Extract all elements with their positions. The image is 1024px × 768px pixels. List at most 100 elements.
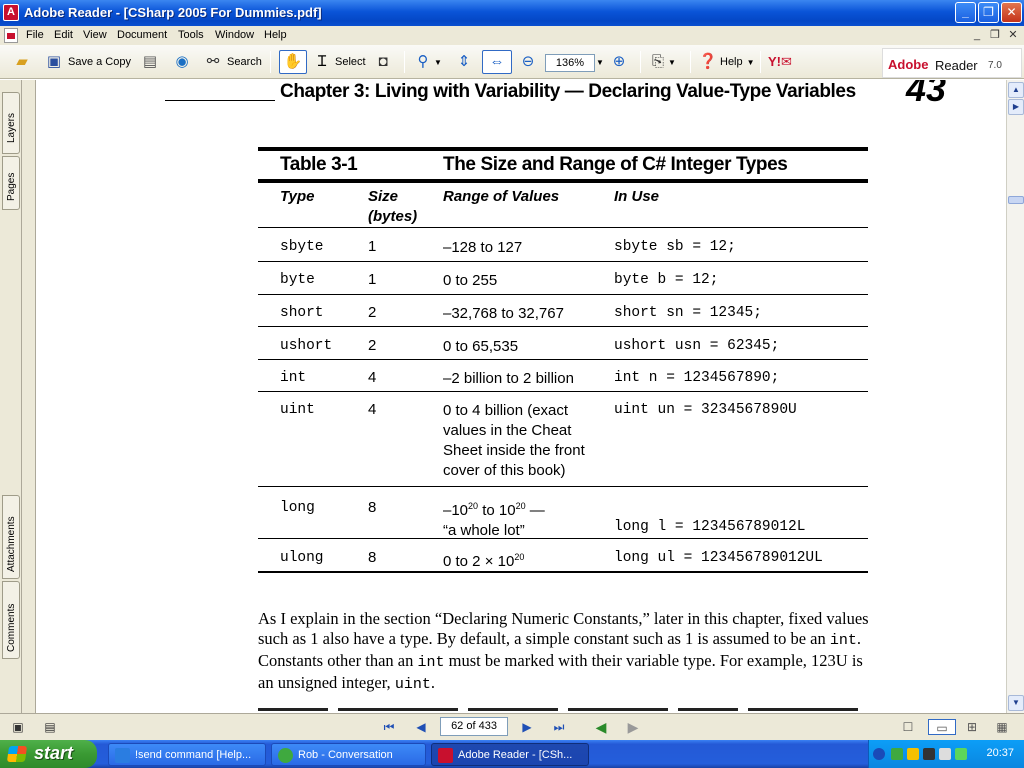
dropdown-arrow-icon: ▼ xyxy=(746,57,755,67)
save-copy-button[interactable]: ▣ Save a Copy xyxy=(44,50,131,74)
signal-strength-icon[interactable] xyxy=(955,748,967,760)
menu-view[interactable]: View xyxy=(83,29,107,41)
table-row: int 4 –2 billion to 2 billion int n = 12… xyxy=(258,360,868,392)
tray-expand-icon[interactable] xyxy=(873,748,885,760)
cell-size: 8 xyxy=(368,499,377,516)
menu-file[interactable]: File xyxy=(26,29,44,41)
cell-use: long ul = 123456789012UL xyxy=(614,550,823,566)
volume-tray-icon[interactable] xyxy=(939,748,951,760)
menu-tools[interactable]: Tools xyxy=(178,29,204,41)
help-button[interactable]: ❓ Help ▼ xyxy=(698,50,755,74)
restore-button[interactable]: ❐ xyxy=(978,2,999,23)
minimize-button[interactable]: _ xyxy=(955,2,976,23)
col-header-use: In Use xyxy=(614,188,660,205)
single-page-view-icon[interactable]: ☐ xyxy=(900,719,916,735)
close-button[interactable]: ✕ xyxy=(1001,2,1022,23)
adobe-reader-icon[interactable]: A xyxy=(3,4,19,21)
range-part: –10 xyxy=(443,502,469,519)
next-page-button[interactable]: ▶ xyxy=(519,719,535,735)
layers-tab-label: Layers xyxy=(6,112,17,143)
snapshot-button[interactable]: ◘ xyxy=(373,50,393,74)
table-row: ulong 8 0 to 2 × 1020 long ul = 12345678… xyxy=(258,539,868,573)
scroll-thumb[interactable] xyxy=(1008,196,1024,204)
help-label: Help xyxy=(720,56,743,68)
layers-tab[interactable]: Layers xyxy=(2,92,20,154)
menu-edit[interactable]: Edit xyxy=(54,29,73,41)
zoom-dropdown-icon[interactable]: ▼ xyxy=(596,58,604,67)
vertical-scrollbar[interactable]: ▲ ▶ ▼ xyxy=(1006,80,1024,713)
last-page-button[interactable]: ⏭ xyxy=(551,719,567,735)
zoom-level-input[interactable]: 136% xyxy=(545,54,595,72)
cell-type: long xyxy=(280,500,315,516)
taskbar-item-ie[interactable]: !send command [Help... xyxy=(108,743,266,766)
page-number-input[interactable]: 62 of 433 xyxy=(440,717,508,736)
previous-page-button[interactable]: ◀ xyxy=(413,719,429,735)
hand-tool-button[interactable]: ✋ xyxy=(279,50,307,74)
fit-width-button[interactable]: ⇔ xyxy=(482,50,512,74)
range-part: to 10 xyxy=(478,502,516,519)
scroll-prev-page-button[interactable]: ▶ xyxy=(1008,99,1024,115)
col-header-type: Type xyxy=(280,188,315,205)
menu-window[interactable]: Window xyxy=(215,29,254,41)
page-layout-icon[interactable]: ▤ xyxy=(42,719,58,735)
cell-use: short sn = 12345; xyxy=(614,305,762,321)
open-button[interactable]: ▰ xyxy=(12,50,32,74)
dropdown-arrow-icon: ▼ xyxy=(668,57,676,67)
cell-use: sbyte sb = 12; xyxy=(614,239,736,255)
select-label: Select xyxy=(335,56,366,68)
doc-restore-icon[interactable]: ❐ xyxy=(988,28,1002,42)
taskbar-item-messenger[interactable]: Rob - Conversation xyxy=(271,743,426,766)
adobe-reader-icon xyxy=(438,748,453,763)
document-icon[interactable] xyxy=(4,28,18,43)
print-button[interactable]: ▤ xyxy=(140,50,160,74)
rotate-button[interactable]: ⎘ ▼ xyxy=(648,50,676,74)
doc-minimize-icon[interactable]: _ xyxy=(970,28,984,42)
zoom-in-button[interactable]: ⊕ xyxy=(609,50,629,74)
taskbar-item-adobe-reader[interactable]: Adobe Reader - [CSh... xyxy=(431,743,589,766)
brand-reader: Reader xyxy=(935,58,978,73)
yahoo-toolbar-button[interactable]: Y!✉ xyxy=(768,50,792,74)
continuous-facing-view-icon[interactable]: ▦ xyxy=(994,719,1010,735)
attachments-tab[interactable]: Attachments xyxy=(2,495,20,579)
toolbar: ▰ ▣ Save a Copy ▤ ◉ ⚯ Search ✋ Ɪ Select ◘ ⚲… xyxy=(0,45,1024,79)
go-forward-button[interactable]: ▶ xyxy=(625,719,641,735)
navigation-panel-tabs: Layers Pages Attachments Comments xyxy=(0,80,22,715)
toolbar-separator xyxy=(270,51,271,73)
document-view: Chapter 3: Living with Variability — Dec… xyxy=(36,80,1006,713)
pages-tab-label: Pages xyxy=(6,172,17,201)
menu-document[interactable]: Document xyxy=(117,29,167,41)
cell-type: ulong xyxy=(280,550,324,566)
status-bar: ▣ ▤ ⏮ ◀ 62 of 433 ▶ ⏭ ◀ ▶ ☐ ▭ ⊞ ▦ xyxy=(0,713,1024,740)
tray-app-icon[interactable] xyxy=(907,748,919,760)
pages-tab[interactable]: Pages xyxy=(2,156,20,210)
cell-range: –32,768 to 32,767 xyxy=(443,305,564,322)
select-tool-button[interactable]: Ɪ Select xyxy=(312,50,366,74)
zoom-in-tool-button[interactable]: ⚲ ▼ xyxy=(413,50,442,74)
network-tray-icon[interactable] xyxy=(923,748,935,760)
title-bar[interactable]: A Adobe Reader - [CSharp 2005 For Dummie… xyxy=(0,0,1024,26)
cell-size: 4 xyxy=(368,369,377,386)
scroll-up-button[interactable]: ▲ xyxy=(1008,82,1024,98)
first-page-button[interactable]: ⏮ xyxy=(381,719,397,735)
go-back-button[interactable]: ◀ xyxy=(593,719,609,735)
doc-close-icon[interactable]: ✕ xyxy=(1006,28,1020,42)
facing-view-icon[interactable]: ⊞ xyxy=(964,719,980,735)
table-row: sbyte 1 –128 to 127 sbyte sb = 12; xyxy=(258,228,868,262)
messenger-tray-icon[interactable] xyxy=(891,748,903,760)
panel-toggle-icon[interactable]: ▣ xyxy=(10,719,26,735)
comments-tab[interactable]: Comments xyxy=(2,581,20,659)
search-button[interactable]: ⚯ Search xyxy=(203,50,262,74)
cell-size: 2 xyxy=(368,337,377,354)
start-button[interactable]: start xyxy=(0,740,97,768)
zoom-out-button[interactable]: ⊖ xyxy=(518,50,538,74)
inline-code: uint xyxy=(394,676,431,693)
fit-page-button[interactable]: ⇕ xyxy=(454,50,474,74)
start-label: start xyxy=(34,743,74,763)
email-button[interactable]: ◉ xyxy=(172,50,192,74)
body-paragraph: As I explain in the section “Declaring N… xyxy=(258,609,873,695)
menu-help[interactable]: Help xyxy=(264,29,287,41)
range-exponent: 20 xyxy=(515,501,526,511)
continuous-view-icon[interactable]: ▭ xyxy=(928,719,956,735)
panel-resize-strip[interactable] xyxy=(22,80,36,715)
scroll-down-button[interactable]: ▼ xyxy=(1008,695,1024,711)
